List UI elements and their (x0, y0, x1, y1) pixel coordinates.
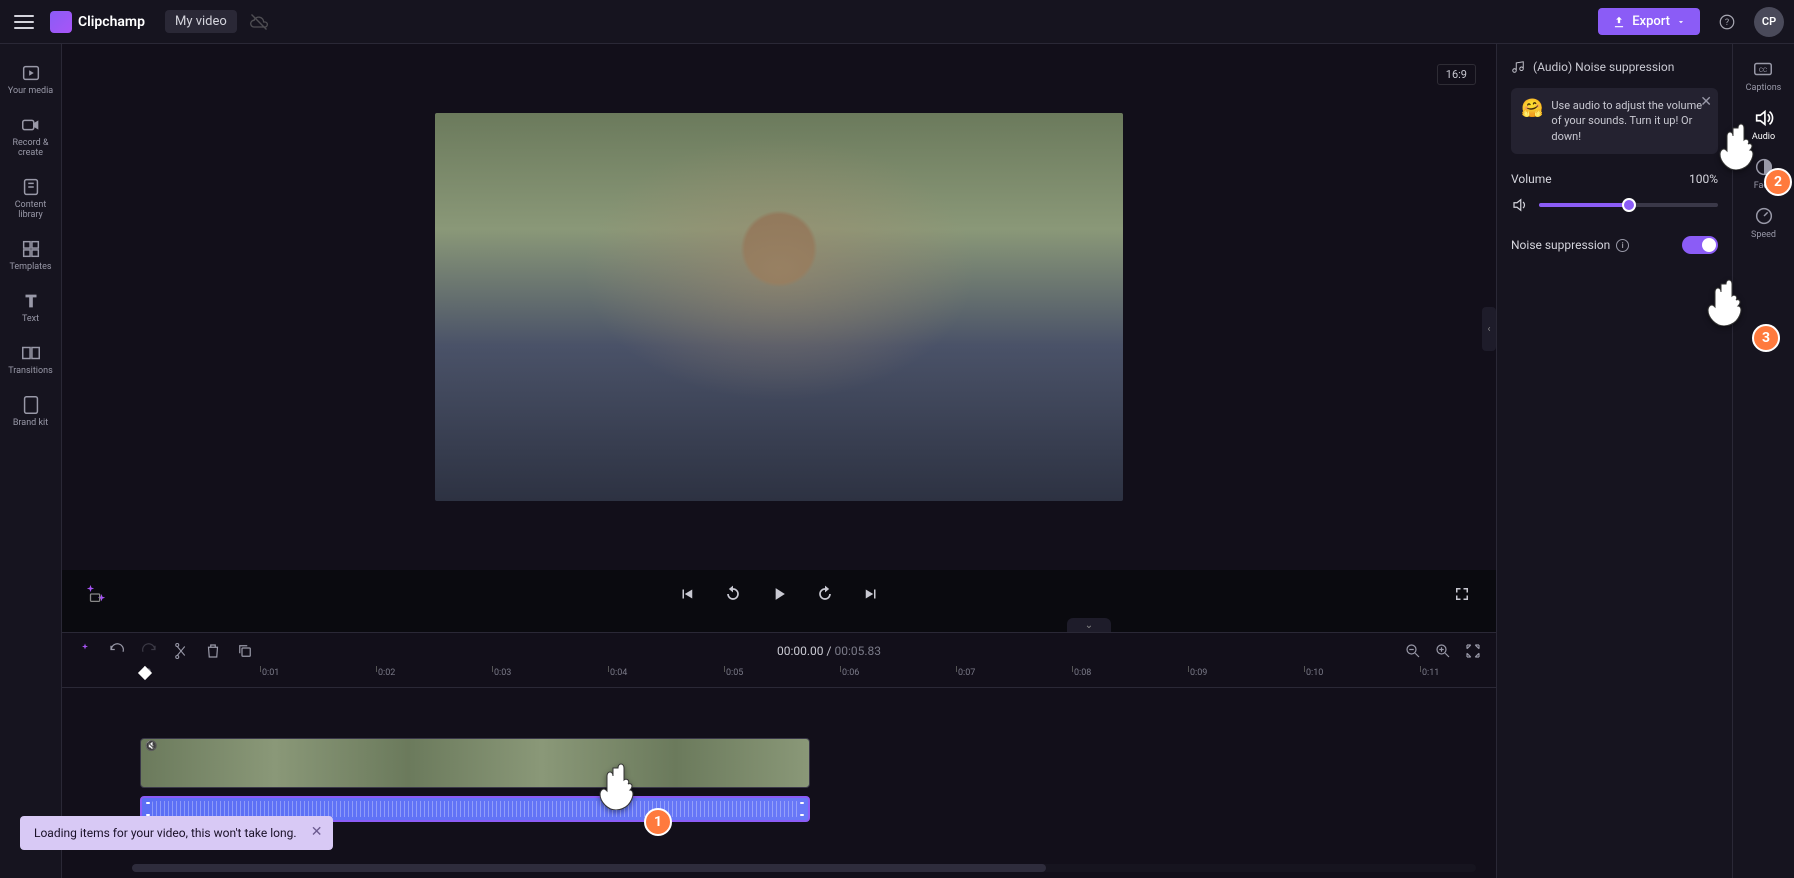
media-icon (20, 62, 42, 84)
timeline-timecode: 00:00.00 / 00:05.83 (268, 644, 1390, 658)
noise-suppression-toggle[interactable] (1682, 236, 1718, 254)
rail-item-fade[interactable]: Fade (1753, 156, 1775, 191)
brand-icon (20, 394, 42, 416)
upload-icon (1612, 15, 1626, 29)
slider-thumb[interactable] (1622, 198, 1636, 212)
help-button[interactable]: ? (1712, 7, 1742, 37)
rail-item-speed[interactable]: Speed (1751, 205, 1776, 240)
split-button[interactable] (172, 642, 190, 660)
preview-area: 16:9 ‹ (62, 44, 1496, 570)
sidebar-item-transitions[interactable]: Transitions (0, 334, 61, 384)
music-note-icon (1511, 60, 1525, 74)
skip-end-button[interactable] (859, 582, 883, 606)
right-rail: CCCaptions Audio Fade Speed (1732, 44, 1794, 878)
properties-panel: (Audio) Noise suppression 🤗 Use audio to… (1496, 44, 1732, 878)
zoom-out-button[interactable] (1404, 642, 1422, 660)
volume-slider[interactable] (1539, 203, 1718, 207)
undo-button[interactable] (108, 642, 126, 660)
loading-toast: Loading items for your video, this won't… (20, 816, 333, 850)
library-icon (20, 176, 42, 198)
speaker-icon[interactable] (1511, 196, 1529, 214)
timeline-ruler[interactable]: 0 0:01 0:02 0:03 0:04 0:05 0:06 0:07 0:0… (62, 668, 1496, 688)
chevron-down-icon (1676, 17, 1686, 27)
tip-callout: 🤗 Use audio to adjust the volume of your… (1511, 88, 1718, 154)
rail-item-audio[interactable]: Audio (1752, 107, 1775, 142)
play-button[interactable] (767, 582, 791, 606)
project-name-input[interactable]: My video (165, 10, 237, 33)
sidebar-item-record[interactable]: Record & create (0, 106, 61, 166)
transitions-icon (20, 342, 42, 364)
svg-text:CC: CC (1759, 66, 1767, 74)
video-clip[interactable] (140, 738, 810, 788)
volume-value: 100% (1689, 172, 1718, 186)
scrollbar-thumb[interactable] (132, 864, 1046, 872)
audio-icon (1753, 107, 1775, 129)
export-label: Export (1632, 14, 1670, 29)
sidebar-item-templates[interactable]: Templates (0, 230, 61, 280)
rewind-button[interactable] (721, 582, 745, 606)
aspect-ratio-badge[interactable]: 16:9 (1437, 64, 1476, 85)
sidebar-item-brand-kit[interactable]: Brand kit (0, 386, 61, 436)
close-tip-button[interactable]: ✕ (1700, 94, 1712, 110)
svg-text:?: ? (1725, 18, 1729, 28)
clip-left-handle[interactable] (146, 802, 150, 816)
volume-label: Volume (1511, 172, 1552, 186)
tip-emoji-icon: 🤗 (1521, 98, 1543, 144)
forward-button[interactable] (813, 582, 837, 606)
templates-icon (20, 238, 42, 260)
clip-right-handle[interactable] (800, 802, 804, 816)
user-avatar[interactable]: CP (1754, 7, 1784, 37)
hamburger-menu-icon[interactable] (10, 8, 38, 36)
brand-name: Clipchamp (78, 14, 145, 30)
zoom-in-button[interactable] (1434, 642, 1452, 660)
magic-button[interactable] (76, 642, 94, 660)
record-icon (20, 114, 42, 136)
sidebar-item-content-library[interactable]: Content library (0, 168, 61, 228)
timeline-scrollbar[interactable] (132, 864, 1476, 872)
left-sidebar: Your media Record & create Content libra… (0, 44, 62, 878)
fit-button[interactable] (1464, 642, 1482, 660)
redo-button[interactable] (140, 642, 158, 660)
top-bar: Clipchamp My video Export ? CP (0, 0, 1794, 44)
sidebar-item-text[interactable]: Text (0, 282, 61, 332)
collapse-timeline-button[interactable]: ⌄ (1067, 618, 1111, 632)
ai-enhance-button[interactable] (84, 582, 108, 606)
help-icon: ? (1718, 13, 1736, 31)
expand-right-panel-button[interactable]: ‹ (1482, 307, 1496, 351)
duplicate-button[interactable] (236, 642, 254, 660)
text-icon (20, 290, 42, 312)
panel-title: (Audio) Noise suppression (1511, 60, 1718, 74)
fullscreen-button[interactable] (1450, 582, 1474, 606)
timeline-toolbar: 00:00.00 / 00:05.83 (62, 632, 1496, 668)
noise-suppression-label: Noise suppression (1511, 238, 1610, 252)
sync-off-icon (249, 12, 269, 32)
sidebar-item-your-media[interactable]: Your media (0, 54, 61, 104)
delete-button[interactable] (204, 642, 222, 660)
speed-icon (1753, 205, 1775, 227)
clipchamp-icon (50, 11, 72, 33)
video-preview[interactable] (435, 113, 1123, 501)
info-icon[interactable]: i (1616, 239, 1629, 252)
export-button[interactable]: Export (1598, 8, 1700, 35)
waveform (152, 801, 798, 817)
fade-icon (1753, 156, 1775, 178)
skip-start-button[interactable] (675, 582, 699, 606)
playback-controls (62, 570, 1496, 618)
close-toast-button[interactable]: ✕ (311, 824, 323, 840)
captions-icon: CC (1752, 58, 1774, 80)
rail-item-captions[interactable]: CCCaptions (1746, 58, 1782, 93)
brand-logo[interactable]: Clipchamp (50, 11, 145, 33)
